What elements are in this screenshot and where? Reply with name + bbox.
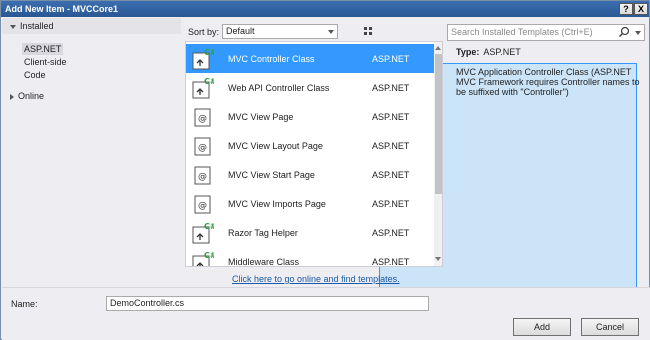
template-name: MVC View Start Page: [228, 170, 315, 180]
tree-node-installed-label: Installed: [20, 21, 54, 31]
collapse-arrow-icon[interactable]: [10, 93, 14, 100]
tree-item-code[interactable]: Code: [24, 70, 46, 80]
template-language: ASP.NET: [372, 83, 410, 93]
template-name: MVC View Page: [228, 112, 294, 122]
template-row-mvc-view-page[interactable]: @ MVC View Page ASP.NET: [186, 102, 434, 131]
type-value: ASP.NET: [483, 47, 521, 57]
template-language: ASP.NET: [372, 228, 410, 238]
dialog-footer: Name: DemoController.cs Add Cancel: [2, 287, 650, 340]
find-online-templates-link[interactable]: Click here to go online and find templat…: [232, 274, 400, 284]
add-new-item-dialog: Add New Item - MVCCore1 ? X Installed AS…: [0, 0, 650, 340]
template-row-mvc-view-layout-page[interactable]: @ MVC View Layout Page ASP.NET: [186, 131, 434, 160]
template-language: ASP.NET: [372, 54, 410, 64]
svg-text:@: @: [198, 201, 207, 211]
template-description: MVC Application Controller Class (ASP.NE…: [456, 67, 640, 97]
template-name: MVC Controller Class: [228, 54, 315, 64]
title-bar[interactable]: Add New Item - MVCCore1 ? X: [1, 1, 649, 17]
tree-node-online[interactable]: Online: [10, 91, 44, 101]
template-details-pane: Type: ASP.NET MVC Application Controller …: [456, 47, 646, 97]
template-row-mvc-controller-class[interactable]: C# MVC Controller Class ASP.NET: [186, 44, 434, 73]
controller-icon: C#: [192, 251, 214, 266]
razor-page-icon: @: [194, 166, 211, 185]
template-row-mvc-view-imports-page[interactable]: @ MVC View Imports Page ASP.NET: [186, 189, 434, 218]
sort-toolbar: Sort by: Default: [182, 23, 637, 289]
expand-arrow-icon[interactable]: [10, 24, 16, 29]
svg-text:C#: C#: [204, 251, 214, 260]
razor-page-icon: @: [194, 195, 211, 214]
template-name: Razor Tag Helper: [228, 228, 298, 238]
template-language: ASP.NET: [372, 141, 410, 151]
svg-text:@: @: [198, 172, 207, 182]
tree-node-online-label: Online: [18, 91, 45, 101]
grid-view-button[interactable]: [361, 24, 377, 39]
scroll-down-icon[interactable]: [435, 257, 441, 261]
tree-item-aspnet[interactable]: ASP.NET: [22, 43, 64, 55]
cancel-button[interactable]: Cancel: [581, 318, 639, 336]
svg-text:C#: C#: [204, 48, 214, 57]
template-name: MVC View Layout Page: [228, 141, 323, 151]
scroll-up-icon[interactable]: [435, 46, 441, 50]
template-list[interactable]: C# MVC Controller Class ASP.NET C# Web A…: [185, 41, 443, 267]
close-button[interactable]: X: [634, 3, 648, 15]
scrollbar-thumb[interactable]: [435, 54, 442, 194]
sort-label: Sort by:: [188, 27, 220, 37]
template-list-scrollbar[interactable]: [434, 42, 442, 266]
template-row-razor-tag-helper[interactable]: C# Razor Tag Helper ASP.NET: [186, 218, 434, 247]
template-name: Web API Controller Class: [228, 83, 330, 93]
category-tree: Installed ASP.NET Client-side Code Onlin…: [2, 18, 181, 286]
template-name: Middleware Class: [228, 257, 300, 267]
svg-text:@: @: [198, 143, 207, 153]
search-placeholder: Search Installed Templates (Ctrl+E): [451, 27, 593, 37]
razor-page-icon: @: [194, 108, 211, 127]
chevron-down-icon[interactable]: [635, 31, 641, 35]
controller-icon: C#: [192, 222, 214, 244]
svg-text:C#: C#: [204, 222, 214, 231]
template-name: MVC View Imports Page: [228, 199, 326, 209]
search-icon[interactable]: [618, 26, 630, 38]
name-label: Name:: [11, 299, 38, 309]
add-button[interactable]: Add: [513, 318, 571, 336]
sort-dropdown[interactable]: Default: [222, 24, 338, 39]
controller-icon: C#: [192, 77, 214, 99]
template-row-mvc-view-start-page[interactable]: @ MVC View Start Page ASP.NET: [186, 160, 434, 189]
chevron-down-icon: [328, 30, 334, 34]
file-name-input[interactable]: DemoController.cs: [106, 296, 429, 311]
svg-text:@: @: [198, 114, 207, 124]
help-button[interactable]: ?: [619, 3, 633, 15]
template-language: ASP.NET: [372, 257, 410, 267]
controller-icon: C#: [192, 48, 214, 70]
sort-value: Default: [226, 26, 255, 36]
grid-view-icon: [364, 27, 372, 35]
template-language: ASP.NET: [372, 112, 410, 122]
template-row-middleware-class[interactable]: C# Middleware Class ASP.NET: [186, 247, 434, 267]
tree-node-installed[interactable]: Installed: [2, 18, 181, 34]
razor-page-icon: @: [194, 137, 211, 156]
template-language: ASP.NET: [372, 170, 410, 180]
tree-item-client-side[interactable]: Client-side: [24, 57, 67, 67]
template-row-web-api-controller-class[interactable]: C# Web API Controller Class ASP.NET: [186, 73, 434, 102]
window-title: Add New Item - MVCCore1: [5, 4, 119, 14]
svg-text:C#: C#: [204, 77, 214, 86]
search-templates-input[interactable]: Search Installed Templates (Ctrl+E): [447, 24, 645, 41]
template-type: Type: ASP.NET: [456, 47, 646, 57]
type-label: Type:: [456, 47, 480, 57]
template-language: ASP.NET: [372, 199, 410, 209]
